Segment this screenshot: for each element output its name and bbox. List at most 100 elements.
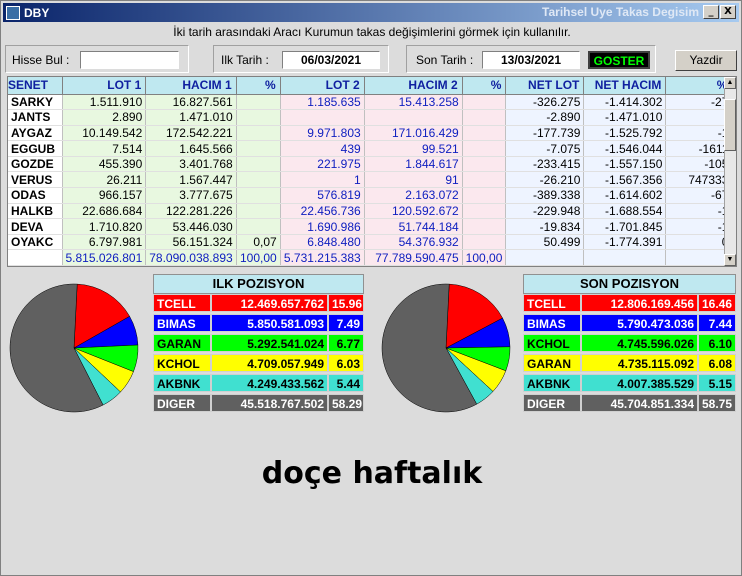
column-header[interactable]: LOT 2 <box>280 77 365 95</box>
table-cell <box>462 234 507 251</box>
table-row[interactable]: OYAKC 6.797.981 56.151.324 0,07 6.848.480 54.… <box>8 234 733 251</box>
pozisyon-pct: 16.46 <box>698 294 736 312</box>
table-cell: 6.797.981 <box>62 234 147 251</box>
scroll-down-icon[interactable]: ▼ <box>724 254 736 266</box>
pozisyon-symbol: DIGER <box>153 394 211 412</box>
table-cell: -1.688.554 <box>583 203 667 220</box>
search-input[interactable] <box>80 51 179 69</box>
minimize-button[interactable]: _ <box>703 5 719 19</box>
table-cell <box>462 218 507 235</box>
pozisyon-pct: 6.03 <box>328 354 364 372</box>
table-cell: 172.542.221 <box>145 125 237 142</box>
start-date-field[interactable]: 06/03/2021 <box>282 51 380 69</box>
table-row[interactable]: HALKB 22.686.684 122.281.226 22.456.736 120.… <box>8 203 733 220</box>
table-cell <box>236 125 281 142</box>
info-text: İki tarih arasındaki Aracı Kurumun takas… <box>173 25 571 39</box>
table-cell: 1.185.635 <box>280 94 365 111</box>
column-header[interactable]: LOT 1 <box>62 77 147 95</box>
table-row[interactable]: DEVA 1.710.820 53.446.030 1.690.986 51.744.1… <box>8 218 733 235</box>
table-cell: -389.338 <box>505 187 585 204</box>
column-header[interactable]: NET LOT <box>505 77 585 95</box>
table-cell: 1.471.010 <box>145 109 237 126</box>
table-cell: -26.210 <box>505 171 585 189</box>
column-header[interactable]: % <box>665 77 733 95</box>
table-cell: VERUS <box>8 171 63 189</box>
table-cell <box>462 203 507 220</box>
table-cell: -1 <box>665 218 733 235</box>
pozisyon-row: GARAN 4.735.115.092 6.08 <box>523 354 736 372</box>
table-cell: 6.848.480 <box>280 234 365 251</box>
table-cell <box>236 109 281 126</box>
ilk-pie-chart <box>9 283 139 413</box>
end-date-field[interactable]: 13/03/2021 <box>482 51 580 69</box>
table-cell <box>236 187 281 204</box>
pozisyon-row: GARAN 5.292.541.024 6.77 <box>153 334 364 352</box>
table-cell <box>665 249 733 266</box>
scroll-thumb[interactable] <box>724 99 736 151</box>
pozisyon-row: KCHOL 4.709.057.949 6.03 <box>153 354 364 372</box>
column-header[interactable]: HACIM 1 <box>145 77 237 95</box>
table-cell: 2.163.072 <box>364 187 463 204</box>
table-cell: 78.090.038.893 <box>145 249 237 266</box>
table-cell: 1.645.566 <box>145 140 237 157</box>
table-cell: -1.567.356 <box>583 171 667 189</box>
search-label: Hisse Bul : <box>12 53 70 67</box>
pozisyon-symbol: DIGER <box>523 394 581 412</box>
title-bar[interactable]: DBY Tarihsel Uye Takas Degisim _ X <box>3 3 739 22</box>
table-row[interactable]: VERUS 26.211 1.567.447 1 91 -26.210 -1.567.356… <box>8 171 733 189</box>
close-button[interactable]: X <box>720 5 736 19</box>
table-cell: 455.390 <box>62 156 147 173</box>
pozisyon-row: AKBNK 4.249.433.562 5.44 <box>153 374 364 392</box>
table-row[interactable]: SARKY 1.511.910 16.827.561 1.185.635 15.413.… <box>8 94 733 111</box>
table-cell: -233.415 <box>505 156 585 173</box>
table-cell: -1.414.302 <box>583 94 667 111</box>
table-cell: OYAKC <box>8 234 63 251</box>
table-cell: JANTS <box>8 109 63 126</box>
scroll-up-icon[interactable]: ▲ <box>724 77 736 89</box>
yazdir-button[interactable]: Yazdir <box>675 50 737 71</box>
pozisyon-value: 4.709.057.949 <box>211 354 328 372</box>
table-cell: EGGUB <box>8 140 63 157</box>
table-row[interactable]: EGGUB 7.514 1.645.566 439 99.521 -7.075 -1.546… <box>8 140 733 157</box>
pozisyon-row: BIMAS 5.790.473.036 7.44 <box>523 314 736 332</box>
table-cell: HALKB <box>8 203 63 220</box>
column-header[interactable]: % <box>236 77 281 95</box>
table-cell: 1.690.986 <box>280 218 365 235</box>
pozisyon-value: 4.735.115.092 <box>581 354 698 372</box>
pozisyon-value: 12.806.169.456 <box>581 294 698 312</box>
table-cell: 100,00 <box>236 249 281 266</box>
table-cell: 56.151.324 <box>145 234 237 251</box>
table-cell: -27 <box>665 94 733 111</box>
table-cell: 15.413.258 <box>364 94 463 111</box>
column-header[interactable]: SENET <box>8 77 63 95</box>
table-row[interactable]: AYGAZ 10.149.542 172.542.221 9.971.803 171.0… <box>8 125 733 142</box>
pozisyon-symbol: KCHOL <box>153 354 211 372</box>
table-row[interactable]: JANTS 2.890 1.471.010 -2.890 -1.471.010 <box>8 109 733 126</box>
column-header[interactable]: % <box>462 77 507 95</box>
table-row[interactable]: ODAS 966.157 3.777.675 576.819 2.163.072 -389… <box>8 187 733 204</box>
table-cell <box>505 249 585 266</box>
table-cell: -1.614.602 <box>583 187 667 204</box>
pozisyon-pct: 58.29 <box>328 394 364 412</box>
pozisyon-row: DIGER 45.518.767.502 58.29 <box>153 394 364 412</box>
table-cell: 2.890 <box>62 109 147 126</box>
table-cell <box>8 249 63 266</box>
column-header[interactable]: NET HACIM <box>583 77 667 95</box>
table-cell <box>364 109 463 126</box>
table-cell: -1 <box>665 125 733 142</box>
takas-table: SENET LOT 1 HACIM 1% LOT 2 HACIM 2% NET LOT NE… <box>7 76 737 267</box>
table-cell: -1.774.391 <box>583 234 667 251</box>
table-cell: 99.521 <box>364 140 463 157</box>
table-cell: 439 <box>280 140 365 157</box>
pozisyon-pct: 7.49 <box>328 314 364 332</box>
table-cell <box>236 94 281 111</box>
vertical-scrollbar[interactable]: ▲ ▼ <box>724 77 736 266</box>
table-row[interactable]: GOZDE 455.390 3.401.768 221.975 1.844.617 -23… <box>8 156 733 173</box>
goster-button[interactable]: GOSTER <box>588 51 650 69</box>
table-cell: -229.948 <box>505 203 585 220</box>
table-cell: 100,00 <box>462 249 507 266</box>
table-cell <box>236 171 281 189</box>
table-cell: 1.844.617 <box>364 156 463 173</box>
column-header[interactable]: HACIM 2 <box>364 77 463 95</box>
totals-row[interactable]: 5.815.026.801 78.090.038.893 100,00 5.731.2… <box>8 249 733 266</box>
